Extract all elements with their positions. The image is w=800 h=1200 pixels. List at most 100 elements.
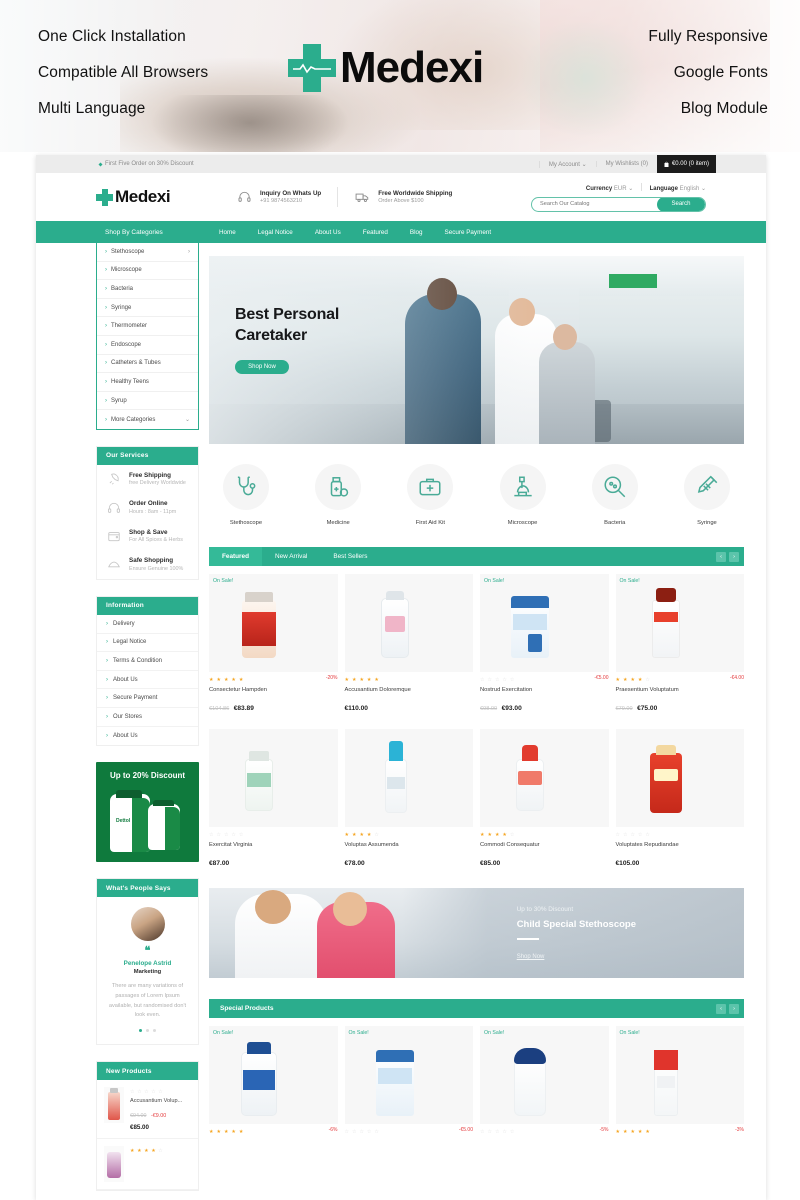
list-item[interactable]: ★ ★ ★ ★ ☆	[97, 1139, 198, 1191]
carousel-prev-button[interactable]: ‹	[716, 1003, 726, 1014]
category-label: More Categories	[111, 416, 156, 423]
list-item[interactable]: ☆ ☆ ☆ ☆ ☆ Accusantium Volup... €94.00 -€…	[97, 1080, 198, 1140]
product-card[interactable]: ☆ ☆ ☆ ☆ ☆ Exercitat Virginia €87.00	[209, 729, 338, 870]
category-list: › Stethoscope › › Microscope › Bacteria …	[96, 243, 199, 430]
first-aid-kit-icon	[419, 478, 441, 496]
carousel-dots[interactable]	[106, 1029, 189, 1033]
info-link-terms-condition[interactable]: › Terms & Condition	[97, 652, 198, 671]
sidebar-item-bacteria[interactable]: › Bacteria	[97, 280, 198, 299]
sidebar-item-more-categories[interactable]: › More Categories ⌄	[97, 410, 198, 429]
carousel-dot[interactable]	[153, 1029, 156, 1033]
on-sale-badge: On Sale!	[619, 578, 640, 584]
product-card[interactable]: On Sale! ★ ★ ★ ★ ★ -20% Consectetur Hamp…	[209, 574, 338, 715]
product-card[interactable]: On Sale! ★ ★ ★ ★ ☆ -€4.00 Praesentium Vo…	[615, 574, 744, 715]
bullet-icon: ›	[106, 713, 108, 720]
hero-copy: Best Personal Caretaker Shop Now	[235, 304, 339, 375]
info-label: Terms & Condition	[113, 657, 163, 664]
product-card[interactable]: ★ ★ ★ ★ ☆ Commodi Consequatur €85.00	[480, 729, 609, 870]
sidebar-item-microscope[interactable]: › Microscope	[97, 262, 198, 281]
product-card[interactable]: On Sale! ★ ★ ★ ★ ★ -3%	[615, 1026, 744, 1135]
tab-best-sellers[interactable]: Best Sellers	[320, 547, 380, 566]
sidebar-item-endoscope[interactable]: › Endoscope	[97, 336, 198, 355]
mid-promo-banner[interactable]: Up to 30% Discount Child Special Stethos…	[209, 888, 744, 978]
product-card[interactable]: ★ ★ ★ ★ ★ Accusantium Doloremque €110.00	[344, 574, 473, 715]
carousel-prev-button[interactable]: ‹	[716, 551, 726, 562]
my-wishlists-link[interactable]: My Wishlists (0)	[595, 161, 657, 167]
site-logo[interactable]: Medexi	[96, 187, 226, 207]
product-name: Voluptas Assumenda	[344, 842, 399, 848]
info-link-about-us[interactable]: › About Us	[97, 671, 198, 690]
product-name: Nostrud Exercitation	[480, 687, 533, 693]
rating-stars: ★ ★ ★ ★ ☆	[615, 677, 651, 683]
carousel-next-button[interactable]: ›	[729, 551, 739, 562]
sidebar-item-syrup[interactable]: › Syrup	[97, 392, 198, 411]
info-link-delivery[interactable]: › Delivery	[97, 615, 198, 634]
on-sale-badge: On Sale!	[484, 578, 505, 584]
currency-value[interactable]: EUR	[614, 186, 627, 192]
icon-category-first-aid-kit[interactable]: First Aid Kit	[399, 464, 461, 526]
chevron-right-icon: ›	[188, 248, 190, 255]
icon-category-label: Medicine	[326, 520, 350, 526]
hero-shop-now-button[interactable]: Shop Now	[235, 360, 289, 375]
info-link-our-stores[interactable]: › Our Stores	[97, 708, 198, 727]
bullet-icon: ›	[106, 695, 108, 702]
sidebar-item-stethoscope[interactable]: › Stethoscope ›	[97, 243, 198, 262]
product-card[interactable]: On Sale! ☆ ☆ ☆ ☆ ☆ -5%	[480, 1026, 609, 1135]
mid-banner-shop-now-link[interactable]: Shop Now	[517, 954, 636, 960]
nav-item-blog[interactable]: Blog	[399, 229, 434, 236]
shipping-title: Free Worldwide Shipping	[378, 190, 453, 197]
icon-category-medicine[interactable]: Medicine	[307, 464, 369, 526]
icon-category-syringe[interactable]: Syringe	[676, 464, 738, 526]
info-link-about-us-2[interactable]: › About Us	[97, 727, 198, 746]
cart-button[interactable]: €0.00 (0 item)	[656, 155, 716, 173]
language-value[interactable]: English	[680, 186, 700, 192]
icon-category-stethoscope[interactable]: Stethoscope	[215, 464, 277, 526]
product-image	[615, 729, 744, 827]
search-button[interactable]: Search	[657, 197, 705, 211]
headset-icon	[108, 502, 120, 513]
bullet-icon: ›	[105, 323, 107, 330]
testimonial-name: Penelope Astrid	[123, 960, 172, 968]
sidebar-item-catheters-tubes[interactable]: › Catheters & Tubes	[97, 355, 198, 374]
product-card[interactable]: On Sale! ★ ★ ★ ★ ★ -6%	[209, 1026, 338, 1135]
icon-category-bacteria[interactable]: Bacteria	[584, 464, 646, 526]
hero-banner[interactable]: Best Personal Caretaker Shop Now	[209, 256, 744, 444]
carousel-dot[interactable]	[139, 1029, 142, 1033]
truck-icon	[355, 193, 369, 203]
carousel-next-button[interactable]: ›	[729, 1003, 739, 1014]
bullet-icon: ›	[105, 378, 107, 385]
product-name: Consectetur Hampden	[209, 687, 267, 693]
sidebar-item-thermometer[interactable]: › Thermometer	[97, 317, 198, 336]
testimonial-title: What's People Says	[97, 879, 198, 898]
promo-feature: Blog Module	[680, 100, 768, 117]
nav-item-about-us[interactable]: About Us	[304, 229, 352, 236]
nav-item-secure-payment[interactable]: Secure Payment	[434, 229, 503, 236]
sidebar-item-healthy-teens[interactable]: › Healthy Teens	[97, 373, 198, 392]
sidebar: › Stethoscope › › Microscope › Bacteria …	[96, 243, 199, 1192]
tab-featured[interactable]: Featured	[209, 547, 262, 566]
promo-feature-list-left: One Click Installation Compatible All Br…	[38, 28, 208, 136]
nav-item-home[interactable]: Home	[208, 229, 247, 236]
service-sub: Ensure Genuine 100%	[129, 565, 184, 572]
shop-by-categories-title[interactable]: Shop By Categories	[96, 229, 199, 236]
our-services-panel: Our Services Free Shipping free Delivery…	[96, 445, 199, 580]
info-link-secure-payment[interactable]: › Secure Payment	[97, 689, 198, 708]
tab-new-arrival[interactable]: New Arrival	[262, 547, 320, 566]
nav-item-featured[interactable]: Featured	[352, 229, 399, 236]
new-products-panel: New Products ☆ ☆ ☆ ☆ ☆ Accusantium Volup…	[96, 1061, 199, 1192]
bullet-icon: ›	[105, 397, 107, 404]
nav-item-legal-notice[interactable]: Legal Notice	[247, 229, 304, 236]
product-card[interactable]: ★ ★ ★ ★ ☆ Voluptas Assumenda €78.00	[344, 729, 473, 870]
search-input[interactable]	[532, 201, 657, 207]
product-card[interactable]: On Sale! ☆ ☆ ☆ ☆ ☆ -€5.00	[344, 1026, 473, 1135]
sidebar-item-syringe[interactable]: › Syringe	[97, 299, 198, 318]
icon-category-microscope[interactable]: Microscope	[492, 464, 554, 526]
product-card[interactable]: ☆ ☆ ☆ ☆ ☆ Voluptates Repudiandae €105.00	[615, 729, 744, 870]
info-link-legal-notice[interactable]: › Legal Notice	[97, 634, 198, 653]
product-image: On Sale!	[209, 1026, 338, 1124]
sidebar-discount-banner[interactable]: Up to 20% Discount Dettol	[96, 762, 199, 863]
carousel-dot[interactable]	[146, 1029, 149, 1033]
product-card[interactable]: On Sale! ☆ ☆ ☆ ☆ ☆ -€5.00 Nostrud Exerci…	[480, 574, 609, 715]
rating-stars: ☆ ☆ ☆ ☆ ☆	[130, 1089, 164, 1096]
my-account-menu[interactable]: My Account ⌄	[538, 160, 596, 168]
